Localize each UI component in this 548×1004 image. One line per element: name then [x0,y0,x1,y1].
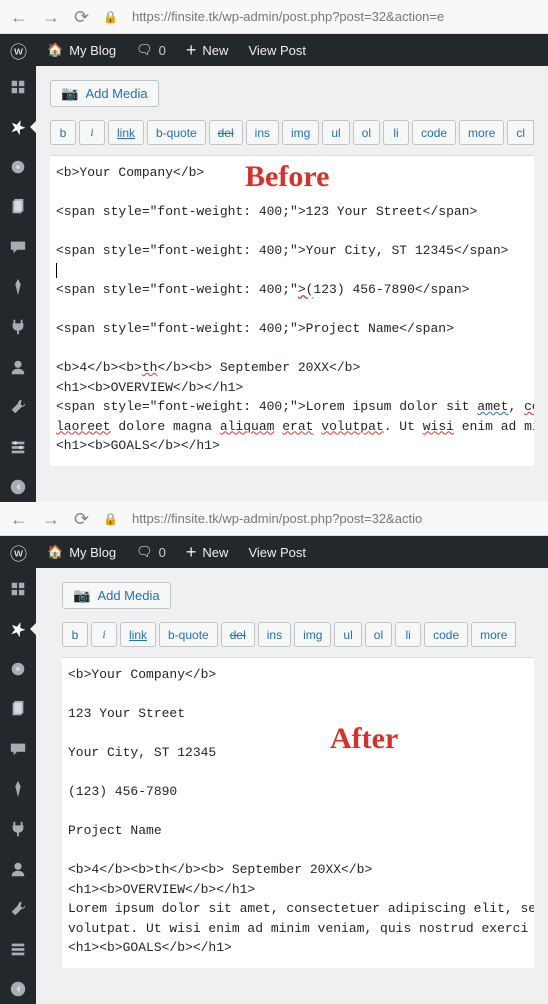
settings-icon[interactable] [0,432,36,462]
comments-link[interactable]: 🗨 0 [126,536,176,568]
camera-icon: 📷 [73,587,90,604]
dashboard-icon[interactable] [0,574,36,604]
comment-icon: 🗨 [136,42,153,58]
del-button[interactable]: del [209,120,243,145]
comment-icon: 🗨 [136,544,153,560]
browser-toolbar: ← → ⟳ 🔒 https://finsite.tk/wp-admin/post… [0,0,548,34]
close-tags-button[interactable]: cl [507,120,534,145]
pages-icon[interactable] [0,192,36,222]
new-label: New [202,43,228,58]
site-home[interactable]: 🏠 My Blog [37,34,126,66]
lock-icon: 🔒 [103,512,118,526]
text-editor-2[interactable]: <b>Your Company</b> 123 Your Street Your… [62,657,534,968]
editor-content: 📷 Add Media b i link b-quote del ins img… [36,66,548,502]
code-button[interactable]: code [412,120,456,145]
pages-icon[interactable] [0,694,36,724]
appearance-icon[interactable] [0,272,36,302]
more-button[interactable]: more [471,622,516,647]
bquote-button[interactable]: b-quote [147,120,206,145]
back-icon[interactable]: ← [10,510,28,528]
before-panel: ← → ⟳ 🔒 https://finsite.tk/wp-admin/post… [0,0,548,502]
dashboard-icon[interactable] [0,72,36,102]
site-name: My Blog [69,545,116,560]
editor-content-2: 📷 Add Media b i link b-quote del ins img… [36,568,548,1004]
img-button[interactable]: img [282,120,319,145]
li-button[interactable]: li [383,120,409,145]
comment-count: 0 [159,43,166,58]
camera-icon: 📷 [61,85,78,102]
wp-logo[interactable]: ⓦ [0,536,37,568]
wp-logo[interactable]: ⓦ [0,34,37,66]
collapse-icon[interactable] [0,472,36,502]
text-editor[interactable]: <b>Your Company</b> <span style="font-we… [50,155,534,466]
plugins-icon[interactable] [0,312,36,342]
new-label: New [202,545,228,560]
forward-icon[interactable]: → [42,510,60,528]
browser-toolbar-2: ← → ⟳ 🔒 https://finsite.tk/wp-admin/post… [0,502,548,536]
ins-button[interactable]: ins [246,120,279,145]
ins-button[interactable]: ins [258,622,291,647]
more-button[interactable]: more [459,120,504,145]
code-button[interactable]: code [424,622,468,647]
plus-icon: + [186,543,197,561]
view-post-link[interactable]: View Post [238,34,316,66]
admin-sidebar [0,66,36,502]
ol-button[interactable]: ol [353,120,380,145]
view-post-link[interactable]: View Post [238,536,316,568]
italic-button[interactable]: i [91,622,117,647]
add-media-button[interactable]: 📷 Add Media [62,582,171,609]
after-panel: ← → ⟳ 🔒 https://finsite.tk/wp-admin/post… [0,502,548,1004]
home-icon: 🏠 [47,42,63,58]
new-content[interactable]: + New [176,536,239,568]
comments-menu-icon[interactable] [0,734,36,764]
plugins-icon[interactable] [0,814,36,844]
comments-link[interactable]: 🗨 0 [126,34,176,66]
tools-icon[interactable] [0,392,36,422]
ul-button[interactable]: ul [334,622,361,647]
address-bar[interactable]: https://finsite.tk/wp-admin/post.php?pos… [132,511,422,526]
settings-icon[interactable] [0,934,36,964]
posts-icon[interactable] [0,112,36,142]
editor-toolbar-2: b i link b-quote del ins img ul ol li co… [62,622,534,647]
li-button[interactable]: li [395,622,421,647]
ul-button[interactable]: ul [322,120,349,145]
appearance-icon[interactable] [0,774,36,804]
forward-icon[interactable]: → [42,8,60,26]
reload-icon[interactable]: ⟳ [74,8,89,26]
new-content[interactable]: + New [176,34,239,66]
home-icon: 🏠 [47,544,63,560]
img-button[interactable]: img [294,622,331,647]
back-icon[interactable]: ← [10,8,28,26]
media-icon[interactable] [0,654,36,684]
link-button[interactable]: link [108,120,144,145]
collapse-icon[interactable] [0,974,36,1004]
site-name: My Blog [69,43,116,58]
link-button[interactable]: link [120,622,156,647]
address-bar[interactable]: https://finsite.tk/wp-admin/post.php?pos… [132,9,444,24]
users-icon[interactable] [0,854,36,884]
wp-admin-bar: ⓦ 🏠 My Blog 🗨 0 + New View Post [0,34,548,66]
media-icon[interactable] [0,152,36,182]
site-home[interactable]: 🏠 My Blog [37,536,126,568]
wp-admin-bar-2: ⓦ 🏠 My Blog 🗨 0 + New View Post [0,536,548,568]
bquote-button[interactable]: b-quote [159,622,218,647]
plus-icon: + [186,41,197,59]
comment-count: 0 [159,545,166,560]
bold-button[interactable]: b [50,120,76,145]
del-button[interactable]: del [221,622,255,647]
italic-button[interactable]: i [79,120,105,145]
editor-toolbar: b i link b-quote del ins img ul ol li co… [50,120,534,145]
reload-icon[interactable]: ⟳ [74,510,89,528]
ol-button[interactable]: ol [365,622,392,647]
tools-icon[interactable] [0,894,36,924]
posts-icon[interactable] [0,614,36,644]
bold-button[interactable]: b [62,622,88,647]
lock-icon: 🔒 [103,10,118,24]
add-media-button[interactable]: 📷 Add Media [50,80,159,107]
users-icon[interactable] [0,352,36,382]
comments-menu-icon[interactable] [0,232,36,262]
admin-sidebar-2 [0,568,36,1004]
